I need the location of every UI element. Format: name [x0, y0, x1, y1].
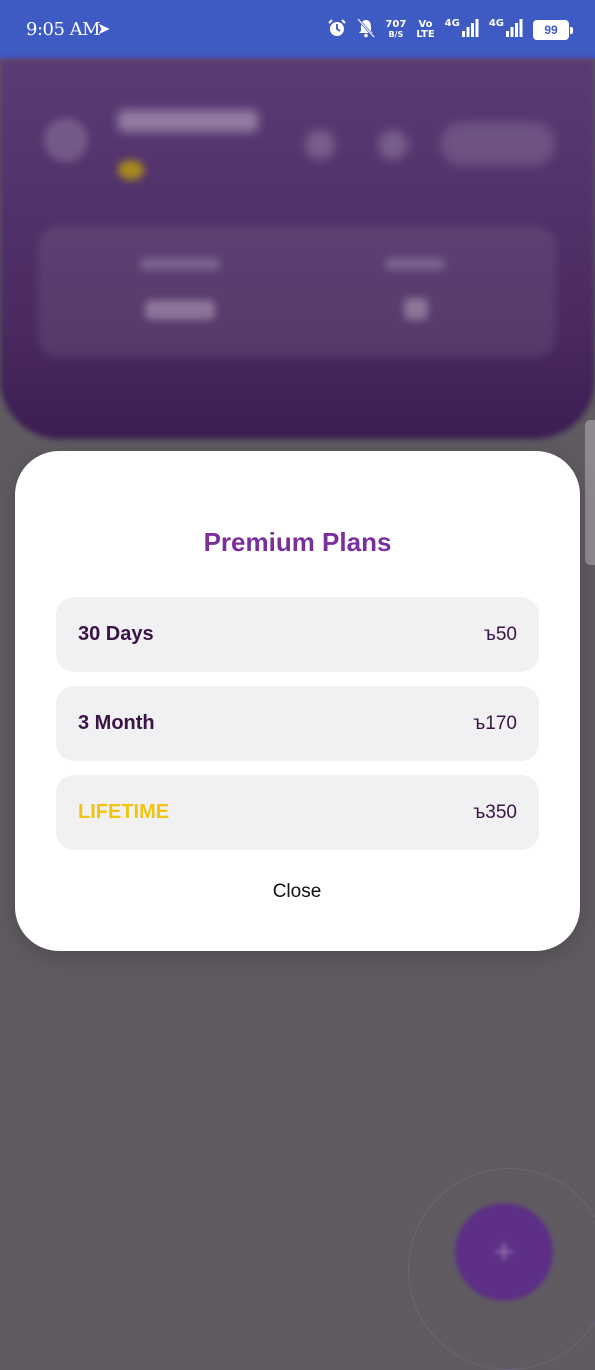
plan-option-3-month[interactable]: 3 Month ъ170 [56, 686, 539, 761]
volte-bottom: LTE [416, 29, 435, 40]
volte-indicator: Vo LTE [416, 20, 434, 40]
signal-icon [505, 18, 523, 42]
background-action-icon [378, 130, 408, 160]
signal-icon [461, 18, 479, 42]
status-time: 9:05 AM [26, 19, 101, 40]
sim1-network-label: 4G [444, 17, 460, 29]
plan-option-30-days[interactable]: 30 Days ъ50 [56, 597, 539, 672]
plan-price: ъ50 [483, 624, 517, 645]
network-speed-value: 707 [385, 19, 407, 30]
sim2-network-label: 4G [488, 17, 504, 29]
plan-name: 3 Month [78, 712, 155, 734]
status-icons: 707 B/S Vo LTE 4G 4G 99 [327, 14, 573, 46]
background-action-icon [305, 130, 335, 160]
battery-level: 99 [533, 20, 569, 40]
background-coin-icon [118, 160, 144, 180]
background-avatar [44, 118, 88, 162]
background-stat-label [385, 258, 445, 270]
background-stat-label [140, 258, 220, 270]
background-pill-button [440, 122, 555, 166]
plan-name: LIFETIME [78, 801, 170, 823]
sim2-signal: 4G [488, 17, 523, 42]
background-stats-card [38, 226, 556, 358]
status-bar: 9:05 AM ➤ 707 B/S Vo LTE 4G 4G 99 [0, 0, 595, 59]
battery-tip [570, 26, 573, 34]
background-scrollbar [585, 420, 595, 565]
sim1-signal: 4G [444, 17, 479, 42]
plan-price: ъ350 [473, 802, 517, 823]
plan-name: 30 Days [78, 623, 154, 645]
premium-plans-dialog: Premium Plans 30 Days ъ50 3 Month ъ170 L… [15, 451, 580, 951]
alarm-icon [327, 18, 347, 43]
plan-price: ъ170 [473, 713, 517, 734]
network-speed: 707 B/S [385, 20, 406, 40]
background-stat-value [404, 298, 428, 320]
plan-option-lifetime[interactable]: LIFETIME ъ350 [56, 775, 539, 850]
bell-off-icon [357, 17, 376, 43]
navigation-arrow-icon: ➤ [97, 21, 111, 38]
background-stat-value [145, 300, 215, 320]
dialog-title: Premium Plans [203, 527, 392, 557]
background-fab-button: + [455, 1203, 553, 1301]
battery-icon: 99 [533, 20, 573, 40]
close-button[interactable]: Close [247, 877, 347, 907]
network-speed-unit: B/S [388, 30, 404, 39]
background-username [118, 110, 258, 132]
